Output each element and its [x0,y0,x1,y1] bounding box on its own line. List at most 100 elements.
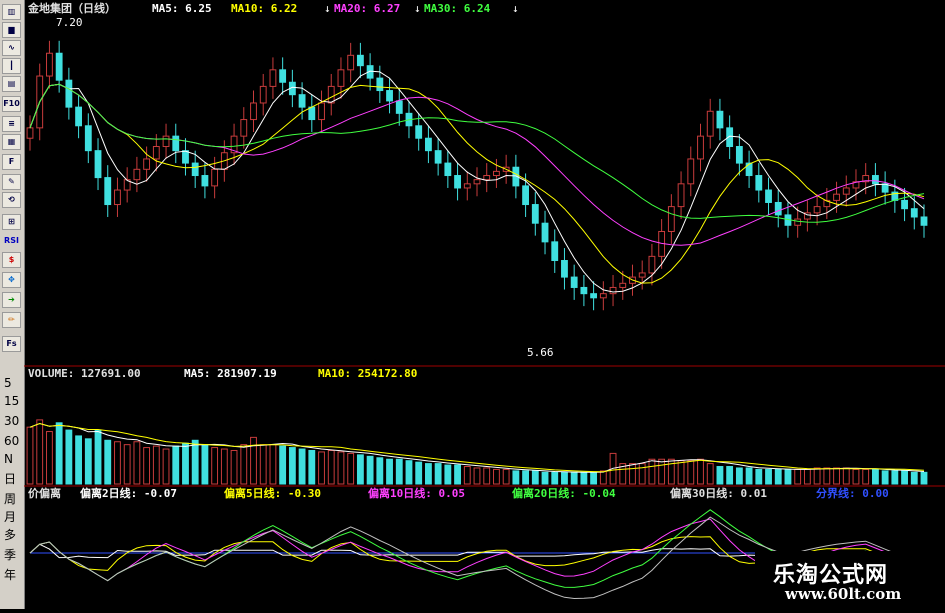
candle-body [386,90,393,102]
candle-body [84,125,92,152]
volume-bar [580,471,588,485]
candle-body [26,127,34,139]
volume-bar [697,458,704,485]
notes-icon[interactable]: ≡ [2,116,21,132]
price-ma30: MA30: 6.24 [424,2,491,15]
candle-icon[interactable]: ┃ [2,58,21,74]
volume-bar [172,445,180,485]
candle-body [327,85,335,104]
candle-body [735,146,743,164]
candle-body [920,216,928,226]
period-day[interactable]: 日 [4,470,16,487]
indicator-icon[interactable]: ⊞ [2,214,21,230]
candle-body [493,170,500,177]
candle-body [279,69,287,83]
volume-bar [211,447,219,485]
candle-body [833,193,840,201]
volume-bar [230,449,238,485]
volume-bar [55,422,63,485]
volume-bar [735,467,743,485]
candle-body [424,137,432,152]
period-5[interactable]: 5 [4,376,12,390]
line-chart-icon[interactable]: ∿ [2,40,21,56]
volume-bar [191,439,199,485]
stock-chart-svg[interactable]: 金地集团（日线） MA5: 6.25 MA10: 6.22 MA20: 6.27… [24,0,945,609]
volume-bar [152,445,160,485]
volume-bar [308,449,316,485]
candle-body [842,187,850,195]
volume-bar [463,466,471,485]
period-year[interactable]: 年 [4,566,16,583]
bar-chart-icon[interactable]: ▆ [2,22,21,38]
move-icon[interactable]: ✥ [2,272,21,288]
candle-body [765,189,772,203]
candle-body [182,150,189,164]
warning-icon[interactable]: $ [2,252,21,268]
candle-body [619,282,627,288]
candle-body [415,125,423,139]
volume-bar [298,448,306,485]
zero-line-label: 分界线: 0.00 [816,486,889,500]
candle-body [551,241,559,262]
candle-body [444,162,452,177]
candle-body [172,135,180,152]
candle-body [648,255,656,274]
candle-body [114,189,121,206]
volume-bar [881,470,889,485]
candle-body [667,206,675,232]
candle-body [716,110,724,129]
candle-body [75,106,83,127]
period-30[interactable]: 30 [4,414,19,428]
period-multi[interactable]: 多 [4,526,16,543]
period-week[interactable]: 周 [4,490,16,507]
history-icon[interactable]: ⟲ [2,192,21,208]
candle-body [677,183,685,208]
volume-bar [706,463,714,485]
period-60[interactable]: 60 [4,434,19,448]
period-n[interactable]: N [4,452,13,466]
dev-20: 偏离20日线: -0.04 [512,486,616,500]
candle-body [774,201,782,216]
candle-body [463,183,471,189]
f12-icon[interactable]: F [2,154,21,170]
pencil-icon[interactable]: ✏ [2,312,21,328]
chart-area[interactable]: 金地集团（日线） MA5: 6.25 MA10: 6.22 MA20: 6.27… [24,0,945,609]
f10-icon[interactable]: F10 [2,96,21,112]
volume-bar [318,451,325,485]
tick-icon[interactable]: ▤ [2,76,21,92]
period-month[interactable]: 月 [4,508,16,525]
candle-body [590,293,598,299]
candle-body [697,135,704,160]
volume-bar [259,444,267,485]
stock-title: 金地集团（日线） [27,1,116,15]
volume-bar [123,444,131,485]
drawing-icon[interactable]: ✎ [2,174,21,190]
watermark-url: www.60lt.com [785,585,902,603]
export-icon[interactable]: ➔ [2,292,21,308]
volume-bar [551,471,559,485]
watermark: 乐淘公式网 www.60lt.com [755,551,945,609]
candle-body [745,162,753,177]
volume-bar [813,467,821,485]
volume-bar [36,419,44,485]
k-line-icon[interactable]: ▥ [2,4,21,20]
period-15[interactable]: 15 [4,394,19,408]
volume-bar [774,468,782,485]
period-quarter[interactable]: 季 [4,546,16,563]
high-price-label: 7.20 [56,16,83,29]
volume-bar [434,463,442,485]
candle-body [347,54,355,71]
candle-body [298,94,306,108]
candle-body [395,100,403,114]
volume-bar [424,463,432,485]
volume-bar [910,471,918,485]
fs-icon[interactable]: Fs [2,336,21,352]
volume-bar [901,470,908,485]
volume-bar [65,429,73,485]
report-icon[interactable]: ▦ [2,134,21,150]
volume-bar [667,458,675,485]
volume-bar [833,467,840,485]
volume-bar [599,470,607,485]
rsi-icon[interactable]: RSI [2,234,21,250]
volume-bar [444,464,452,485]
